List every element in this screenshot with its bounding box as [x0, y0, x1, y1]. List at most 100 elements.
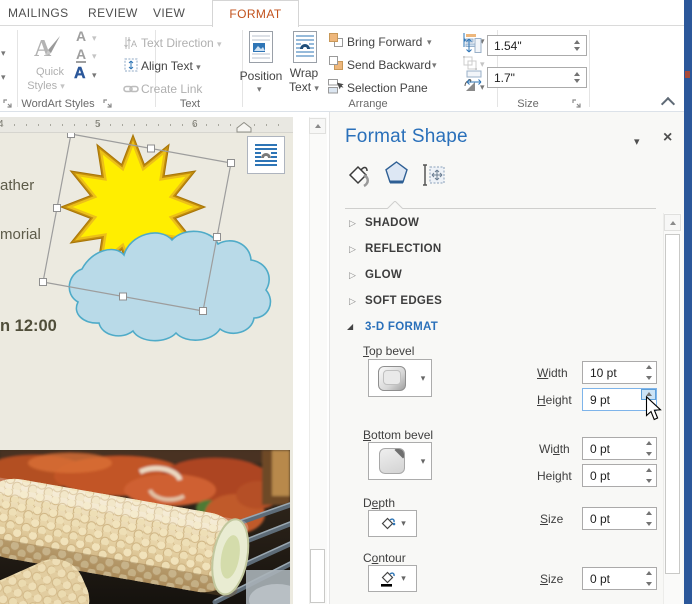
spinner-down-icon[interactable]: [641, 579, 656, 590]
create-link-button[interactable]: Create Link: [141, 82, 202, 96]
wordart-styles-dialog-launcher-icon[interactable]: [103, 99, 113, 109]
text-fill-icon[interactable]: A: [76, 29, 86, 43]
chevron-down-icon: ▾: [415, 373, 431, 384]
chevron-down-icon: ▾: [401, 573, 406, 584]
wrap-text-button-line1[interactable]: Wrap: [289, 66, 319, 80]
wordart-styles-group-label: WordArt Styles: [18, 98, 98, 110]
send-backward-button[interactable]: Send Backward: [347, 58, 431, 72]
indent-marker-icon[interactable]: [236, 122, 252, 133]
selection-pane-button[interactable]: Selection Pane: [347, 81, 428, 95]
wrap-text-button-line2[interactable]: Text ▾: [285, 80, 323, 94]
arrange-group-label: Arrange: [340, 98, 396, 110]
contour-size-field[interactable]: 0 pt: [582, 567, 657, 590]
tab-view[interactable]: VIEW: [153, 0, 185, 25]
gallery-down-arrow-icon[interactable]: ▾: [1, 48, 6, 59]
size-dialog-launcher-icon[interactable]: [572, 99, 582, 109]
bring-forward-icon: [329, 33, 343, 52]
fill-line-tab-icon[interactable]: [345, 162, 371, 193]
shape-height-field[interactable]: 1.54": [487, 35, 587, 56]
send-backward-dropdown-icon[interactable]: ▾: [432, 60, 437, 71]
layout-properties-tab-icon[interactable]: [420, 162, 446, 193]
spinner-up-icon[interactable]: [641, 438, 656, 449]
top-bevel-width-field[interactable]: 10 pt: [582, 361, 657, 384]
document-photo[interactable]: [0, 450, 290, 604]
chevron-down-icon: ▾: [60, 81, 65, 91]
section-reflection[interactable]: REFLECTION: [365, 243, 441, 255]
pane-scrollbar-thumb[interactable]: [665, 234, 680, 574]
section-3d-format[interactable]: 3-D FORMAT: [365, 321, 438, 333]
text-direction-button[interactable]: Text Direction ▾: [141, 36, 222, 50]
expander-icon[interactable]: ▷: [349, 297, 356, 306]
spinner-up-icon[interactable]: [641, 508, 656, 519]
contour-label: Contour: [363, 551, 406, 565]
layout-options-button[interactable]: [247, 136, 285, 174]
tab-mailings[interactable]: MAILINGS: [8, 0, 69, 25]
spinner-up-icon[interactable]: [641, 362, 656, 373]
chevron-down-icon: ▾: [401, 518, 406, 529]
effects-tab-icon[interactable]: [384, 160, 409, 192]
depth-color-picker[interactable]: ▾: [368, 510, 417, 537]
spinner-down-icon[interactable]: [641, 519, 656, 530]
section-glow[interactable]: GLOW: [365, 269, 402, 281]
text-outline-dropdown-icon[interactable]: ▾: [92, 51, 97, 62]
position-dropdown-icon[interactable]: ▾: [257, 84, 262, 95]
pane-scroll-up-button[interactable]: [664, 214, 681, 231]
bottom-bevel-label: Bottom bevel: [363, 428, 433, 442]
tab-format[interactable]: FORMAT: [212, 0, 299, 27]
pane-tab-separator: [403, 208, 656, 209]
shape-height-spinner[interactable]: [570, 40, 586, 51]
bottom-bevel-height-value: 0 pt: [583, 469, 641, 483]
chevron-down-icon: ▾: [217, 39, 222, 49]
shape-width-field[interactable]: 1.7": [487, 67, 587, 88]
tab-review[interactable]: REVIEW: [88, 0, 138, 25]
chevron-down-icon: ▾: [415, 456, 431, 467]
depth-size-field[interactable]: 0 pt: [582, 507, 657, 530]
bottom-bevel-height-field[interactable]: 0 pt: [582, 464, 657, 487]
top-bevel-picker[interactable]: ▾: [368, 359, 432, 397]
position-button[interactable]: Position: [234, 69, 288, 83]
expander-icon[interactable]: ▷: [349, 271, 356, 280]
bottom-bevel-width-field[interactable]: 0 pt: [582, 437, 657, 460]
pane-options-dropdown-icon[interactable]: ▾: [634, 137, 640, 148]
section-soft-edges[interactable]: SOFT EDGES: [365, 295, 442, 307]
bring-forward-dropdown-icon[interactable]: ▾: [427, 37, 432, 48]
text-fill-dropdown-icon[interactable]: ▾: [92, 33, 97, 44]
bevel-circle-icon: [378, 366, 406, 391]
create-link-icon: [123, 82, 139, 100]
shape-width-spinner[interactable]: [570, 72, 586, 83]
quick-styles-label-line2[interactable]: Styles ▾: [22, 80, 70, 92]
depth-color-icon: [379, 516, 396, 532]
selected-tab-notch: [387, 201, 403, 209]
document-scrollbar[interactable]: [309, 117, 327, 604]
bottom-bevel-picker[interactable]: ▾: [368, 442, 432, 480]
quick-styles-icon[interactable]: A: [32, 32, 64, 69]
spinner-down-icon[interactable]: [641, 373, 656, 384]
expander-icon[interactable]: ▷: [349, 219, 356, 228]
text-outline-icon[interactable]: A: [76, 47, 86, 63]
quick-styles-label-line1[interactable]: Quick: [28, 66, 72, 78]
gallery-more-arrow-icon[interactable]: ▾: [1, 72, 6, 83]
text-effects-icon[interactable]: A: [74, 66, 86, 82]
shape-height-value: 1.54": [494, 39, 522, 53]
contour-size-value: 0 pt: [583, 572, 641, 586]
shape-styles-dialog-launcher-icon[interactable]: [3, 99, 13, 109]
document-scrollbar-thumb[interactable]: [310, 549, 325, 603]
section-shadow[interactable]: SHADOW: [365, 217, 419, 229]
depth-label: Depth: [363, 496, 395, 510]
bring-forward-button[interactable]: Bring Forward: [347, 35, 422, 49]
window-border: [684, 0, 692, 604]
spinner-down-icon[interactable]: [641, 449, 656, 460]
spinner-up-icon[interactable]: [641, 465, 656, 476]
spinner-down-icon[interactable]: [641, 476, 656, 487]
cloud-shape: [69, 231, 270, 340]
spinner-up-icon[interactable]: [641, 568, 656, 579]
contour-color-picker[interactable]: ▾: [368, 565, 417, 592]
document-scroll-up-button[interactable]: [309, 118, 326, 134]
shape-width-icon: [465, 69, 483, 91]
text-group-label: Text: [168, 98, 212, 110]
pane-close-icon[interactable]: ×: [663, 130, 672, 146]
expander-icon[interactable]: ▷: [349, 245, 356, 254]
align-text-button[interactable]: Align Text ▾: [141, 59, 201, 73]
expander-open-icon[interactable]: ◢: [347, 323, 353, 331]
text-effects-dropdown-icon[interactable]: ▾: [92, 70, 97, 81]
